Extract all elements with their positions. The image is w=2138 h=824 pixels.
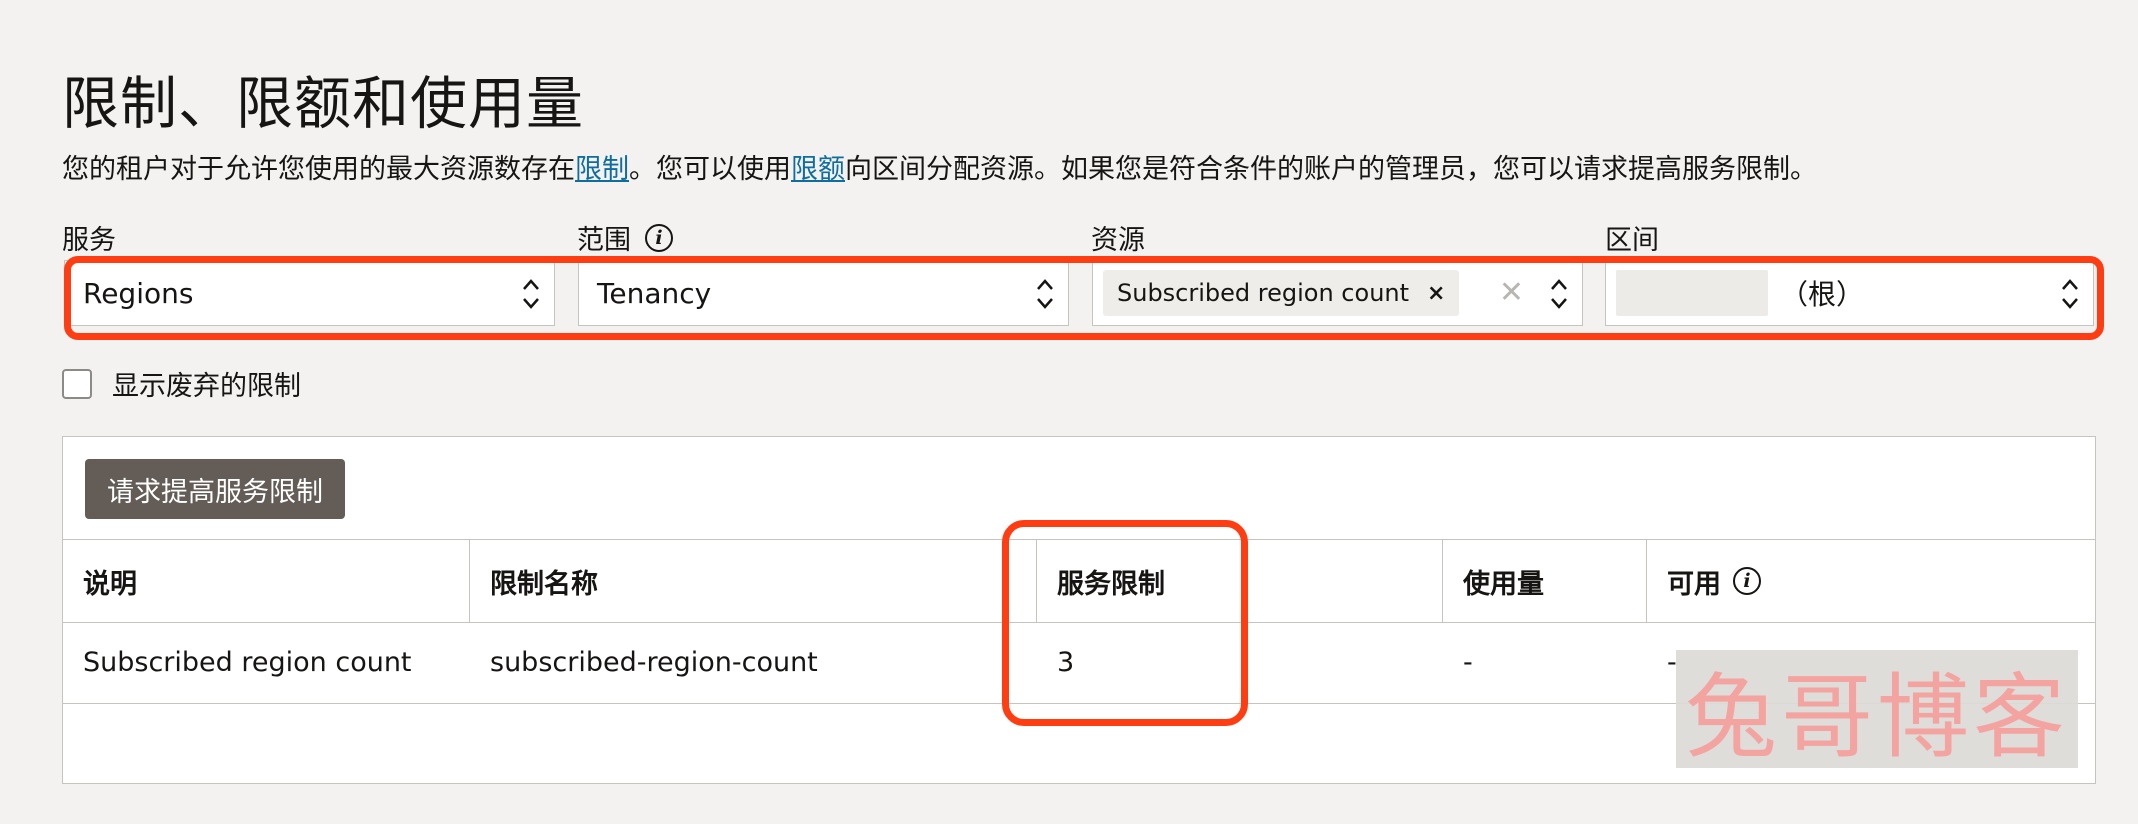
show-deprecated-option: 显示废弃的限制 xyxy=(62,364,301,403)
service-filter-label: 服务 xyxy=(62,218,116,257)
compartment-filter-label: 区间 xyxy=(1605,218,1659,257)
description-suffix: 向区间分配资源。如果您是符合条件的账户的管理员，您可以请求提高服务限制。 xyxy=(845,154,1817,185)
resource-filter-label: 资源 xyxy=(1091,218,1145,257)
show-deprecated-checkbox[interactable] xyxy=(62,368,92,399)
watermark: 兔哥博客 xyxy=(1676,650,2078,771)
quotas-link[interactable]: 限额 xyxy=(791,154,845,185)
header-description-text: 说明 xyxy=(83,568,137,600)
compartment-label-text: 区间 xyxy=(1605,225,1659,256)
cell-description: Subscribed region count xyxy=(83,646,412,678)
column-header-usage[interactable]: 使用量 xyxy=(1443,540,1647,622)
cell-usage: - xyxy=(1463,646,1473,678)
filters-highlight-box xyxy=(64,256,2104,340)
scope-label-text: 范围 xyxy=(577,225,631,256)
resource-label-text: 资源 xyxy=(1091,225,1145,256)
header-available-text: 可用 xyxy=(1667,568,1721,600)
service-limit-highlight-box xyxy=(1002,520,1248,726)
description-mid: 。您可以使用 xyxy=(629,154,791,185)
page-title: 限制、限额和使用量 xyxy=(62,71,584,137)
page-description: 您的租户对于允许您使用的最大资源数存在限制。您可以使用限额向区间分配资源。如果您… xyxy=(62,147,1817,186)
header-usage-text: 使用量 xyxy=(1463,568,1544,600)
description-prefix: 您的租户对于允许您使用的最大资源数存在 xyxy=(62,154,575,185)
header-limit-name-text: 限制名称 xyxy=(490,568,598,600)
limits-link[interactable]: 限制 xyxy=(575,154,629,185)
column-header-available[interactable]: 可用 i xyxy=(1647,540,2095,622)
request-limit-increase-button[interactable]: 请求提高服务限制 xyxy=(85,459,345,519)
column-header-description[interactable]: 说明 xyxy=(63,540,470,622)
service-label-text: 服务 xyxy=(62,225,116,256)
cell-limit-name: subscribed-region-count xyxy=(490,646,818,678)
info-icon[interactable]: i xyxy=(1733,567,1761,595)
scope-filter-label: 范围 i xyxy=(577,218,673,257)
info-icon[interactable]: i xyxy=(645,223,673,252)
show-deprecated-label: 显示废弃的限制 xyxy=(112,371,301,402)
column-header-limit-name[interactable]: 限制名称 xyxy=(470,540,1037,622)
